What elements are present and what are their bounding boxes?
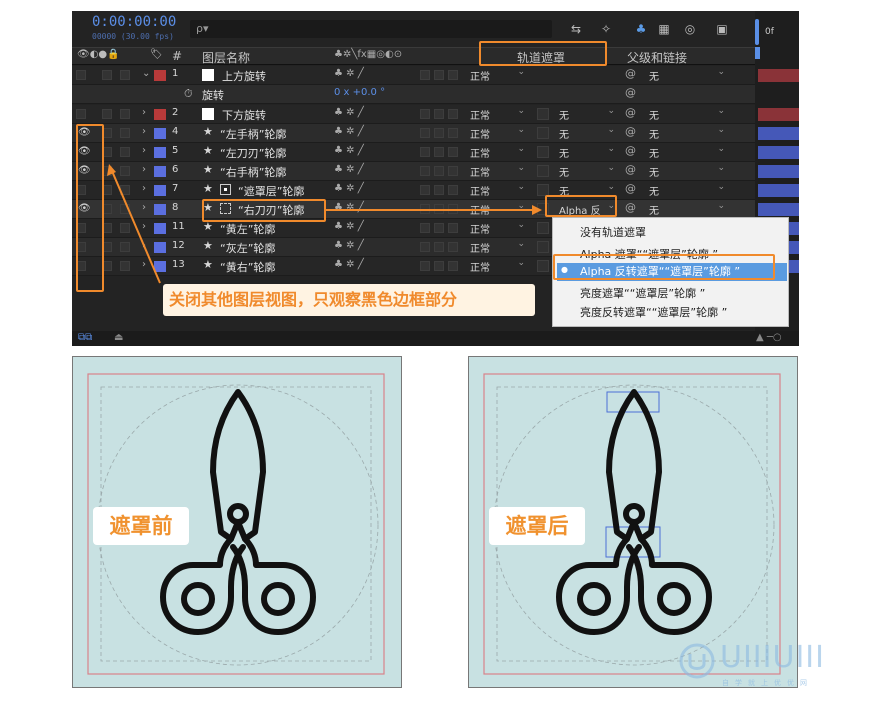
before-mask-preview: 遮罩前 bbox=[72, 356, 402, 688]
after-label: 遮罩后 bbox=[489, 507, 585, 545]
watermark-logo-icon bbox=[679, 643, 715, 679]
matte-menu-item[interactable]: 亮度遮罩““遮罩层”轮廓 ” bbox=[580, 285, 705, 301]
annotation-callout: 关闭其他图层视图，只观察黑色边框部分 bbox=[163, 284, 535, 316]
watermark: UIIIUIII 自学就上优优网 bbox=[678, 640, 858, 690]
watermark-text: UIIIUIII bbox=[720, 640, 826, 675]
before-label: 遮罩前 bbox=[93, 507, 189, 545]
after-mask-preview: 遮罩后 bbox=[468, 356, 798, 688]
matte-menu-item[interactable]: 没有轨道遮罩 bbox=[580, 224, 646, 240]
watermark-subtext: 自学就上优优网 bbox=[722, 679, 813, 687]
ae-timeline-panel: 0:00:00:00 00000 (30.00 fps) ρ▾ ⇆ ✧ ♣ ▦ … bbox=[72, 11, 799, 346]
matte-menu-item[interactable]: 亮度反转遮罩““遮罩层”轮廓 ” bbox=[580, 304, 727, 320]
menu-selection-highlight bbox=[553, 254, 775, 280]
